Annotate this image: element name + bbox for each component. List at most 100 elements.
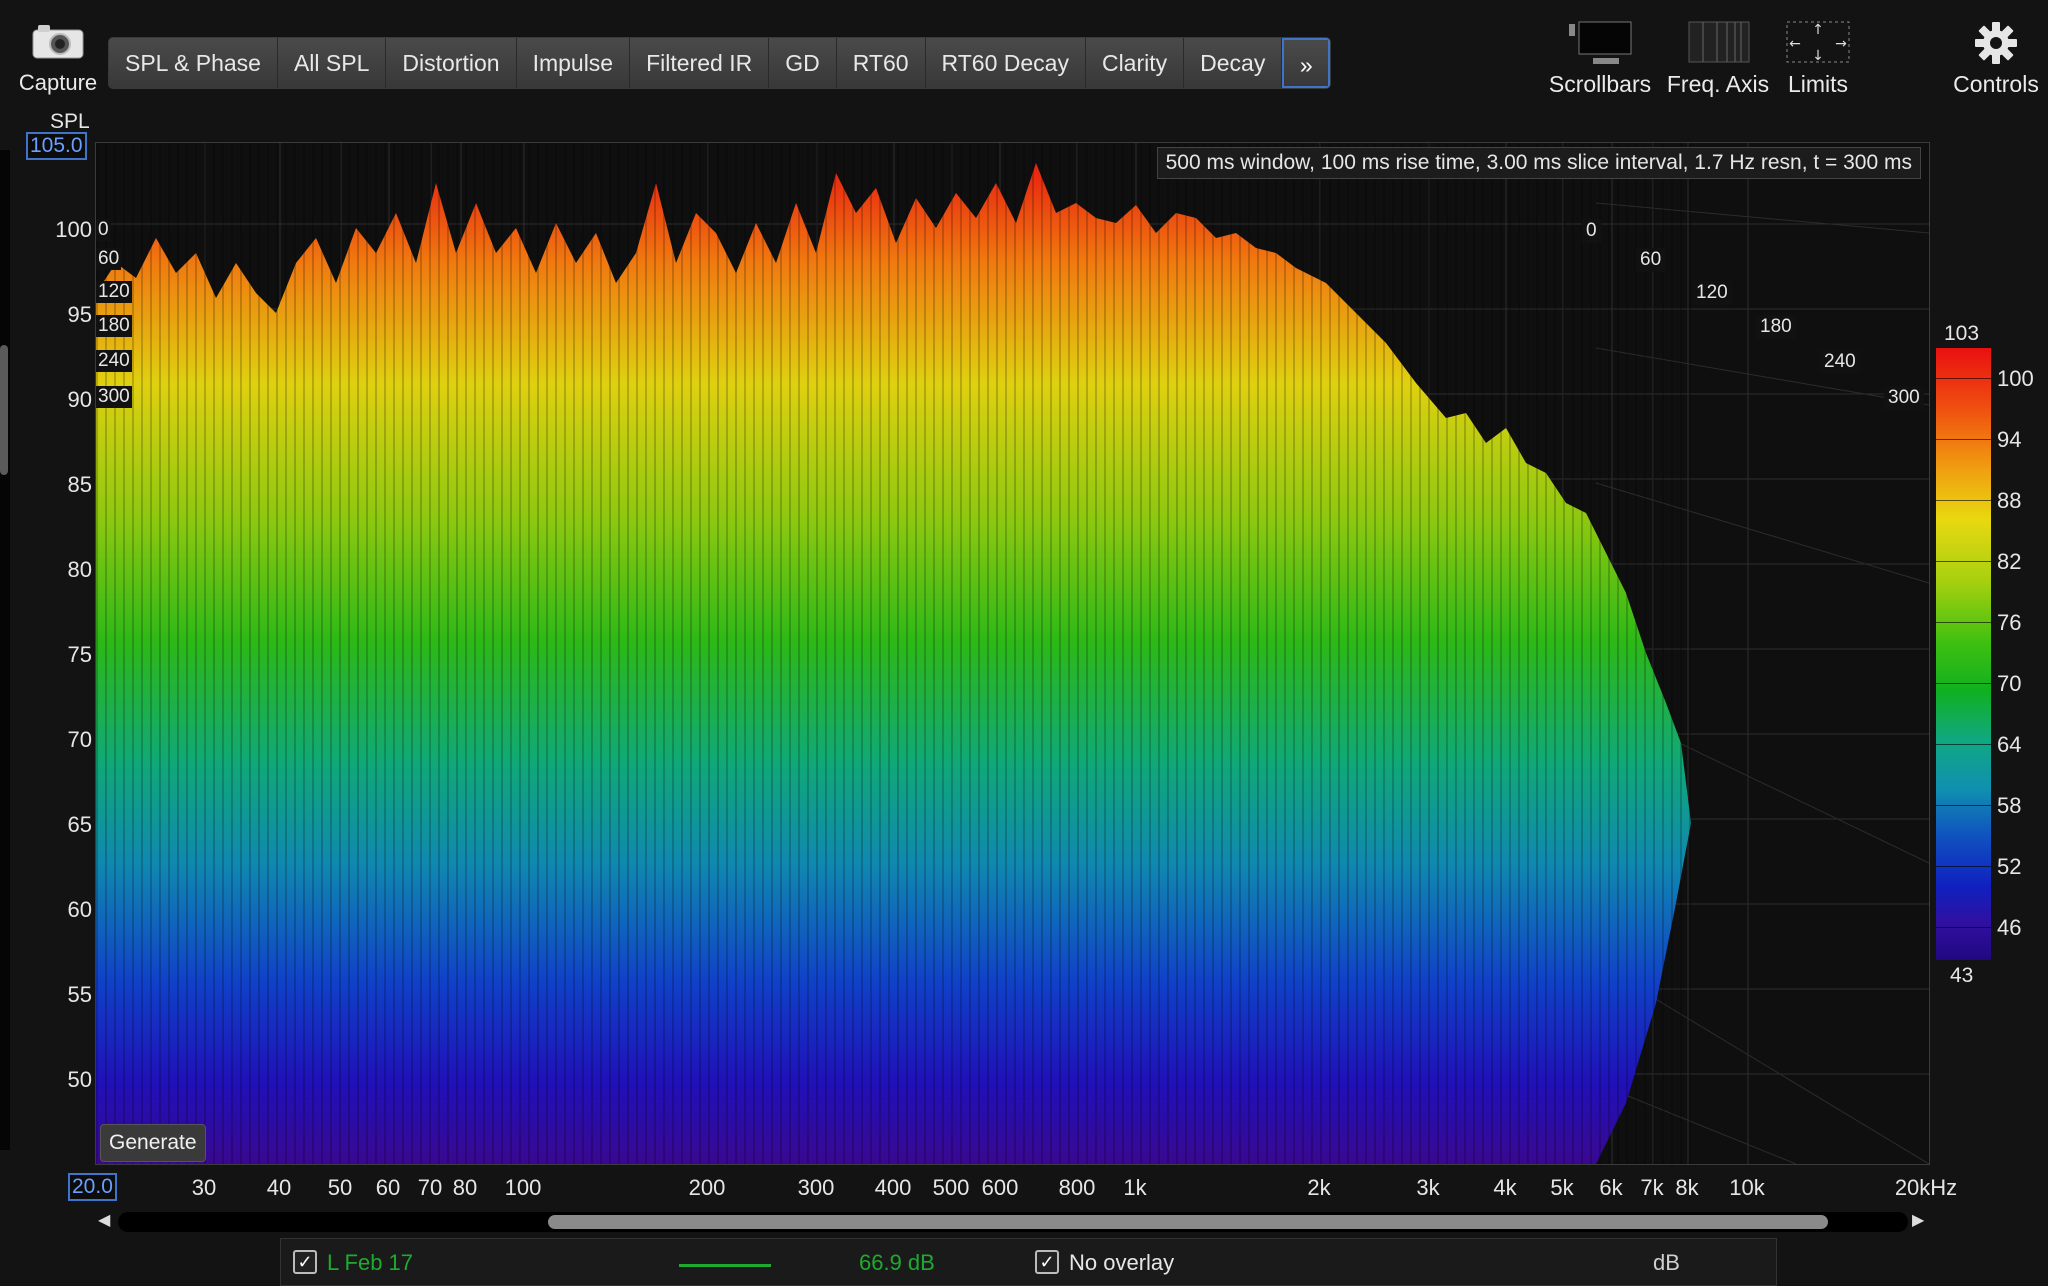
x-tick: 8k (1675, 1175, 1699, 1200)
capture-button[interactable]: Capture (12, 20, 104, 100)
colorbar-tick: 100 (1997, 366, 2034, 391)
tab-all-spl[interactable]: All SPL (277, 38, 387, 88)
y-max-input[interactable]: 105.0 (26, 132, 87, 160)
slice-label: 300 (1884, 386, 1924, 410)
x-tick: 4k (1493, 1175, 1517, 1200)
graph-tabs: SPL & Phase All SPL Distortion Impulse F… (108, 37, 1332, 89)
colorbar-tick: 46 (1997, 915, 2022, 940)
colorbar-tick-line (1936, 439, 1991, 440)
scrollbars-button[interactable]: Scrollbars (1546, 20, 1654, 98)
slice-label: 240 (1820, 350, 1860, 374)
x-tick: 6k (1599, 1175, 1623, 1200)
colorbar-tick-line (1936, 378, 1991, 379)
x-tick: 20kHz (1894, 1175, 1958, 1200)
controls-button[interactable]: Controls (1948, 20, 2044, 98)
tab-decay[interactable]: Decay (1184, 38, 1283, 88)
x-tick: 60 (375, 1175, 401, 1200)
y-tick: 70 (67, 727, 92, 752)
y-axis-title: SPL (50, 110, 90, 133)
freq-axis-button[interactable]: Freq. Axis (1662, 20, 1774, 98)
scrollbars-label: Scrollbars (1548, 71, 1652, 97)
waterfall-surface (96, 143, 1929, 1164)
scrollbars-icon (1569, 21, 1632, 64)
x-tick: 7k (1640, 1175, 1664, 1200)
colorbar-tick-line (1936, 683, 1991, 684)
colorbar-tick: 76 (1997, 610, 2022, 635)
colorbar-tick: 88 (1997, 488, 2022, 513)
tab-gd[interactable]: GD (769, 38, 837, 88)
y-tick: 75 (67, 642, 92, 667)
colorbar-tick-line (1936, 622, 1991, 623)
overlay-checkbox[interactable]: ✓ (1035, 1250, 1059, 1274)
x-tick: 500 (932, 1175, 970, 1200)
gear-icon (1975, 22, 2017, 64)
x-tick: 70 (417, 1175, 443, 1200)
freq-axis-icon (1688, 21, 1750, 63)
tab-impulse[interactable]: Impulse (516, 38, 631, 88)
tab-filtered-ir[interactable]: Filtered IR (630, 38, 770, 88)
tab-distortion[interactable]: Distortion (386, 38, 517, 88)
more-tabs-button[interactable]: » (1282, 38, 1331, 88)
vertical-scroll-thumb[interactable] (0, 345, 8, 475)
svg-text:←: ← (1789, 36, 1801, 52)
colorbar-tick-line (1936, 744, 1991, 745)
tab-spl-phase[interactable]: SPL & Phase (109, 38, 278, 88)
scroll-left-arrow[interactable]: ◀ (98, 1210, 110, 1230)
colorbar-tick-line (1936, 866, 1991, 867)
y-tick: 60 (67, 897, 92, 922)
x-tick: 600 (981, 1175, 1019, 1200)
x-tick: 2k (1307, 1175, 1331, 1200)
slice-label: 120 (1692, 281, 1732, 305)
colorbar-tick-line (1936, 500, 1991, 501)
slice-label: 300 (96, 386, 132, 408)
measurement-checkbox[interactable]: ✓ (293, 1250, 317, 1274)
tab-rt60[interactable]: RT60 (836, 38, 926, 88)
tab-rt60-decay[interactable]: RT60 Decay (925, 38, 1086, 88)
colorbar-min: 43 (1950, 964, 1974, 987)
slice-label: 60 (1636, 248, 1666, 272)
tab-clarity[interactable]: Clarity (1085, 38, 1185, 88)
vertical-scrollbar[interactable] (0, 150, 10, 1150)
y-tick: 90 (67, 387, 92, 412)
limits-button[interactable]: ↑ ↓ ← → Limits (1776, 20, 1860, 98)
slice-label: 240 (96, 350, 132, 372)
colorbar-tick: 82 (1997, 549, 2022, 574)
x-tick: 30 (191, 1175, 217, 1200)
horizontal-scroll-thumb[interactable] (548, 1215, 1828, 1229)
slice-label: 180 (1756, 315, 1796, 339)
y-tick: 100 (55, 217, 92, 242)
x-tick: 5k (1550, 1175, 1574, 1200)
colorbar-tick: 64 (1997, 732, 2022, 757)
colorbar-max: 103 (1944, 322, 1980, 345)
x-tick: 200 (688, 1175, 726, 1200)
freq-axis-label: Freq. Axis (1666, 71, 1770, 97)
colorbar-tick-line (1936, 561, 1991, 562)
analysis-info: 500 ms window, 100 ms rise time, 3.00 ms… (1156, 147, 1921, 179)
svg-text:↑: ↑ (1812, 22, 1824, 38)
x-min-input[interactable]: 20.0 (68, 1173, 117, 1201)
scroll-right-arrow[interactable]: ▶ (1912, 1210, 1924, 1230)
slice-label: 120 (96, 281, 132, 303)
measurement-name[interactable]: L Feb 17 (327, 1250, 413, 1276)
measurement-value: 66.9 dB (859, 1250, 935, 1275)
measurement-legend: ✓ L Feb 17 66.9 dB ✓ No overlay dB (280, 1238, 1777, 1286)
y-tick: 55 (67, 982, 92, 1007)
x-tick: 1k (1123, 1175, 1147, 1200)
x-tick: 400 (874, 1175, 912, 1200)
colorbar-tick-line (1936, 927, 1991, 928)
colorbar-tick-line (1936, 805, 1991, 806)
y-tick: 95 (67, 302, 92, 327)
colorbar-tick: 94 (1997, 427, 2022, 452)
y-tick: 80 (67, 557, 92, 582)
x-tick: 50 (327, 1175, 353, 1200)
overlay-label: No overlay (1069, 1250, 1175, 1275)
controls-label: Controls (1953, 71, 2039, 97)
unit-label: dB (1653, 1250, 1680, 1275)
waterfall-plot[interactable]: 500 ms window, 100 ms rise time, 3.00 ms… (95, 142, 1930, 1165)
y-tick: 85 (67, 472, 92, 497)
colorbar-tick: 70 (1997, 671, 2022, 696)
ridge-texture (96, 143, 1696, 1164)
generate-button[interactable]: Generate (100, 1124, 206, 1162)
x-tick: 800 (1058, 1175, 1096, 1200)
colorbar-tick: 58 (1997, 793, 2022, 818)
